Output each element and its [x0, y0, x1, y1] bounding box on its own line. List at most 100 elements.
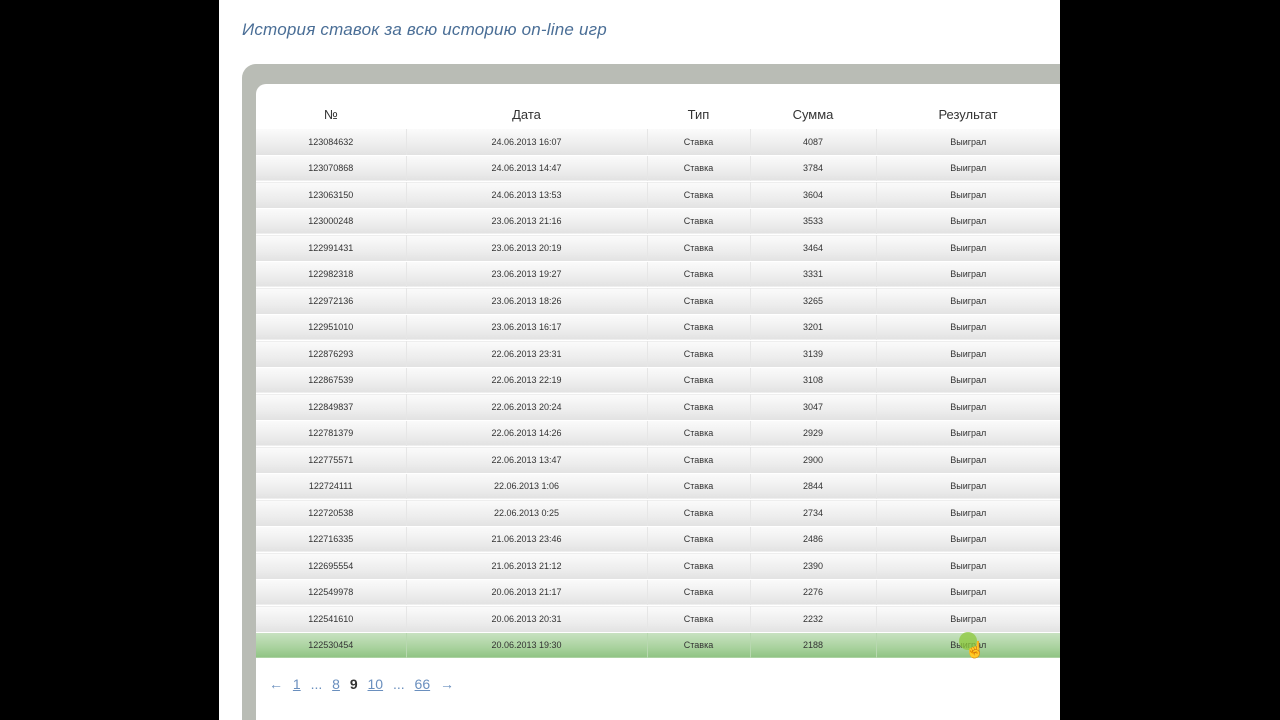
cell-date: 20.06.2013 20:31 [405, 605, 647, 633]
cell-result: Выиграл [875, 129, 1060, 156]
pager-current-page: 9 [349, 676, 358, 692]
pager-page-66[interactable]: 66 [415, 676, 431, 692]
cell-result: Выиграл [875, 605, 1060, 633]
cell-number: 122720538 [256, 499, 406, 527]
cell-date: 24.06.2013 16:07 [405, 129, 647, 156]
table-row[interactable]: 122849837 22.06.2013 20:24 Ставка 3047 Выигр… [256, 393, 1060, 421]
cell-result: Выиграл [875, 314, 1060, 341]
table-row[interactable]: 122541610 20.06.2013 20:31 Ставка 2232 Выигр… [256, 605, 1060, 633]
table-row[interactable]: 122867539 22.06.2013 22:19 Ставка 3108 Выигр… [256, 367, 1060, 394]
cell-type: Ставка [646, 552, 750, 580]
cell-number: 122972136 [256, 287, 406, 315]
cell-result: Выиграл [875, 340, 1060, 368]
cell-amount: 3784 [749, 155, 876, 182]
cell-number: 123000248 [256, 208, 406, 235]
cell-number: 122541610 [256, 605, 406, 633]
cell-amount: 2900 [749, 446, 876, 474]
cell-type: Ставка [646, 579, 750, 606]
cell-result: Выиграл [875, 155, 1060, 182]
cell-result: Выиграл [875, 579, 1060, 606]
cell-result: Выиграл [875, 367, 1060, 394]
cell-number: 123063150 [256, 181, 406, 209]
cell-number: 122982318 [256, 261, 406, 288]
cell-type: Ставка [646, 499, 750, 527]
cell-date: 23.06.2013 19:27 [405, 261, 647, 288]
header-amount[interactable]: Сумма [750, 100, 876, 129]
cell-type: Ставка [646, 129, 750, 156]
cell-result: Выиграл [875, 526, 1060, 553]
header-number[interactable]: № [256, 100, 406, 129]
cell-number: 122951010 [256, 314, 406, 341]
table-row[interactable]: 122549978 20.06.2013 21:17 Ставка 2276 Выигр… [256, 579, 1060, 606]
cell-amount: 2844 [749, 473, 876, 500]
table-row[interactable]: 122781379 22.06.2013 14:26 Ставка 2929 Выигр… [256, 420, 1060, 447]
table-row[interactable]: 122876293 22.06.2013 23:31 Ставка 3139 Выигр… [256, 340, 1060, 368]
table-row[interactable]: 122991431 23.06.2013 20:19 Ставка 3464 Выигр… [256, 234, 1060, 262]
cell-number: 122695554 [256, 552, 406, 580]
pager-next-arrow[interactable]: → [440, 676, 454, 692]
header-date[interactable]: Дата [406, 100, 647, 129]
table-row[interactable]: 123070868 24.06.2013 14:47 Ставка 3784 Выигр… [256, 155, 1060, 182]
cell-date: 20.06.2013 19:30 [405, 632, 647, 659]
hand-cursor-icon: ☝ [965, 642, 985, 659]
cell-amount: 3265 [749, 287, 876, 315]
cell-result: Выиграл [875, 261, 1060, 288]
cell-date: 21.06.2013 21:12 [405, 552, 647, 580]
header-result[interactable]: Результат [876, 100, 1060, 129]
cell-type: Ставка [646, 208, 750, 235]
cell-number: 122849837 [256, 393, 406, 421]
cell-date: 23.06.2013 18:26 [405, 287, 647, 315]
cell-date: 23.06.2013 16:17 [405, 314, 647, 341]
pager-page-1[interactable]: 1 [293, 676, 301, 692]
cell-result: Выиграл [875, 446, 1060, 474]
table-row[interactable]: 122716335 21.06.2013 23:46 Ставка 2486 Выигр… [256, 526, 1060, 553]
cell-amount: 2232 [749, 605, 876, 633]
table-row[interactable]: 122951010 23.06.2013 16:17 Ставка 3201 Выигр… [256, 314, 1060, 341]
cell-result: Выиграл [875, 473, 1060, 500]
cell-type: Ставка [646, 526, 750, 553]
cell-number: 122549978 [256, 579, 406, 606]
cell-result: Выиграл [875, 393, 1060, 421]
cell-amount: 4087 [749, 129, 876, 156]
table-row[interactable]: 123084632 24.06.2013 16:07 Ставка 4087 Выигр… [256, 129, 1060, 156]
cell-number: 122876293 [256, 340, 406, 368]
cell-number: 123084632 [256, 129, 406, 156]
cell-number: 122867539 [256, 367, 406, 394]
cell-amount: 2390 [749, 552, 876, 580]
pager-page-10[interactable]: 10 [368, 676, 384, 692]
table-row[interactable]: 122972136 23.06.2013 18:26 Ставка 3265 Выигр… [256, 287, 1060, 315]
cell-result: Выиграл [875, 234, 1060, 262]
cell-type: Ставка [646, 632, 750, 659]
cell-type: Ставка [646, 340, 750, 368]
cell-type: Ставка [646, 314, 750, 341]
cell-amount: 2486 [749, 526, 876, 553]
cell-result: Выиграл [875, 287, 1060, 315]
cell-result: Выиграл [875, 181, 1060, 209]
pager-page-8[interactable]: 8 [332, 676, 340, 692]
pager-ellipsis: ... [310, 676, 323, 692]
header-type[interactable]: Тип [647, 100, 750, 129]
table-row[interactable]: 122724111 22.06.2013 1:06 Ставка 2844 Выигра… [256, 473, 1060, 500]
pagination: ← 1 ... 8 9 10 ... 66 → [269, 676, 460, 692]
table-row[interactable]: 122695554 21.06.2013 21:12 Ставка 2390 Выигр… [256, 552, 1060, 580]
cell-result: Выиграл [875, 499, 1060, 527]
table-row[interactable]: 12253045420.06.2013 19:30Ставка2188Выигр… [256, 632, 1060, 659]
table-row[interactable]: 123063150 24.06.2013 13:53 Ставка 3604 Выигр… [256, 181, 1060, 209]
cell-type: Ставка [646, 234, 750, 262]
cell-amount: 2929 [749, 420, 876, 447]
table-row[interactable]: 123000248 23.06.2013 21:16 Ставка 3533 Выигр… [256, 208, 1060, 235]
table-row[interactable]: 122775571 22.06.2013 13:47 Ставка 2900 Выигр… [256, 446, 1060, 474]
cell-result: Выиграл [875, 552, 1060, 580]
cell-type: Ставка [646, 420, 750, 447]
table-row[interactable]: 122720538 22.06.2013 0:25 Ставка 2734 Выигра… [256, 499, 1060, 527]
pager-ellipsis: ... [392, 676, 405, 692]
pager-prev-arrow[interactable]: ← [269, 676, 283, 692]
cell-type: Ставка [646, 367, 750, 394]
cell-result: Выиграл [875, 208, 1060, 235]
table-row[interactable]: 122982318 23.06.2013 19:27 Ставка 3331 Выигр… [256, 261, 1060, 288]
cell-date: 22.06.2013 22:19 [405, 367, 647, 394]
cell-result: Выиграл [875, 420, 1060, 447]
cell-date: 23.06.2013 20:19 [405, 234, 647, 262]
table-header-row: № Дата Тип Сумма Результат [256, 100, 1060, 129]
cell-date: 22.06.2013 20:24 [405, 393, 647, 421]
